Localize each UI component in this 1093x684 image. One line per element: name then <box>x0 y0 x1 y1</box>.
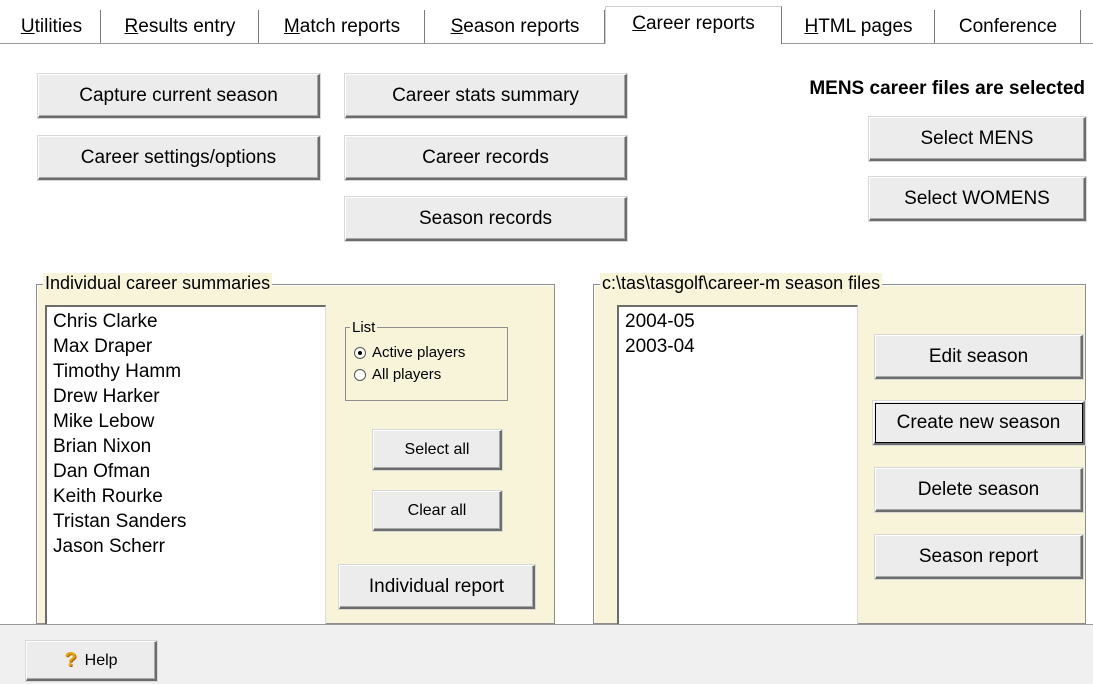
players-listbox[interactable]: Chris Clarke Max Draper Timothy Hamm Dre… <box>45 305 326 625</box>
select-womens-button[interactable]: Select WOMENS <box>869 177 1086 221</box>
list-item[interactable]: Chris Clarke <box>53 309 319 334</box>
tab-html-pages[interactable]: HTML pages <box>782 10 935 43</box>
tab-match-reports[interactable]: Match reports <box>259 10 425 43</box>
individual-group-title: Individual career summaries <box>43 273 273 294</box>
select-mens-button[interactable]: Select MENS <box>869 117 1086 161</box>
list-item[interactable]: Mike Lebow <box>53 409 319 434</box>
tab-career-reports[interactable]: Career reports <box>605 6 782 44</box>
list-item[interactable]: Tristan Sanders <box>53 509 319 534</box>
season-files-group: c:\tas\tasgolf\career-m season files 200… <box>593 273 1086 625</box>
help-button[interactable]: ? Help <box>26 641 157 681</box>
list-item[interactable]: Timothy Hamm <box>53 359 319 384</box>
delete-season-button[interactable]: Delete season <box>875 468 1083 512</box>
radio-button-checked[interactable] <box>354 346 366 359</box>
season-records-button[interactable]: Season records <box>345 197 627 241</box>
list-item[interactable]: Drew Harker <box>53 384 319 409</box>
tab-utilities[interactable]: Utilities <box>2 10 101 43</box>
select-all-button[interactable]: Select all <box>373 430 502 470</box>
career-records-button[interactable]: Career records <box>345 136 627 180</box>
list-item[interactable]: Brian Nixon <box>53 434 319 459</box>
season-report-button[interactable]: Season report <box>875 535 1083 579</box>
edit-season-button[interactable]: Edit season <box>875 335 1083 379</box>
capture-current-season-button[interactable]: Capture current season <box>38 74 320 118</box>
radio-button[interactable] <box>354 368 366 381</box>
individual-report-button[interactable]: Individual report <box>339 565 535 609</box>
tab-results-entry[interactable]: Results entry <box>101 10 259 43</box>
career-settings-button[interactable]: Career settings/options <box>38 136 320 180</box>
season-files-listbox[interactable]: 2004-05 2003-04 <box>617 305 858 625</box>
season-files-title: c:\tas\tasgolf\career-m season files <box>600 273 883 294</box>
list-filter-title: List <box>350 319 378 336</box>
tab-baseline <box>0 43 1093 44</box>
clear-all-button[interactable]: Clear all <box>373 491 502 531</box>
career-stats-summary-button[interactable]: Career stats summary <box>345 74 627 118</box>
individual-career-summaries-group: Individual career summaries Chris Clarke… <box>36 273 555 625</box>
list-item[interactable]: Jason Scherr <box>53 534 319 559</box>
radio-active-players[interactable]: Active players <box>354 344 465 361</box>
list-item[interactable]: 2003-04 <box>625 334 851 359</box>
career-files-status: MENS career files are selected <box>809 78 1085 99</box>
list-filter-group: List Active players All players <box>345 319 508 401</box>
create-new-season-button[interactable]: Create new season <box>873 401 1085 445</box>
tab-conference[interactable]: Conference <box>935 10 1081 43</box>
radio-all-players[interactable]: All players <box>354 366 441 383</box>
question-icon: ? <box>64 649 77 671</box>
tab-season-reports[interactable]: Season reports <box>425 10 605 43</box>
list-item[interactable]: Keith Rourke <box>53 484 319 509</box>
list-item[interactable]: 2004-05 <box>625 309 851 334</box>
bottom-bar: ? Help <box>0 624 1093 684</box>
list-item[interactable]: Dan Ofman <box>53 459 319 484</box>
tab-strip: Utilities Results entry Match reports Se… <box>0 0 1093 44</box>
list-item[interactable]: Max Draper <box>53 334 319 359</box>
